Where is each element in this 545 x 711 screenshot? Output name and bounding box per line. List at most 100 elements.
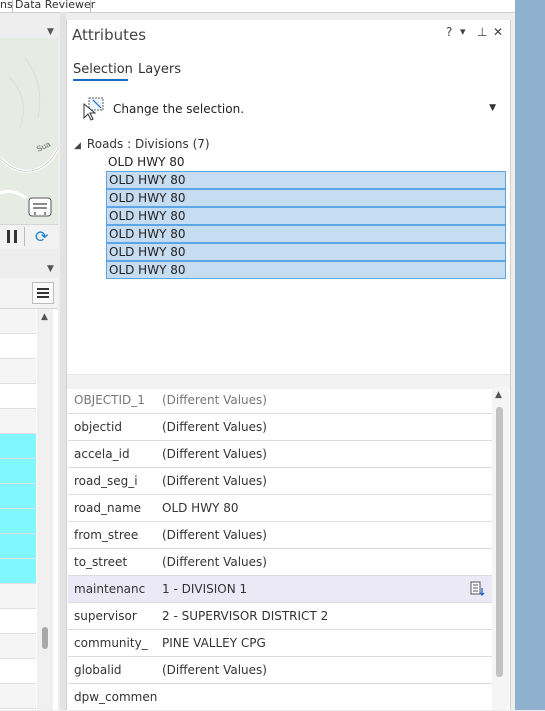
table-header <box>0 278 58 309</box>
table-row[interactable] <box>0 459 36 484</box>
table-row[interactable] <box>0 509 36 534</box>
refresh-icon[interactable]: ⟳ <box>35 227 48 246</box>
tree-feature-item[interactable]: OLD HWY 80 <box>106 171 506 189</box>
ribbon-tab-divider <box>12 0 13 12</box>
field-value[interactable]: OLD HWY 80 <box>162 501 239 515</box>
collapse-triangle-icon[interactable]: ◢ <box>74 141 81 151</box>
field-value[interactable]: (Different Values) <box>162 555 267 569</box>
tree-layer-label: Roads : Divisions (7) <box>86 137 210 151</box>
field-value: (Different Values) <box>162 393 267 407</box>
table-row[interactable] <box>0 434 36 459</box>
table-rows <box>0 309 36 709</box>
field-value[interactable]: 2 - SUPERVISOR DISTRICT 2 <box>162 609 328 623</box>
ribbon-tab-strip: ns Data Reviewer <box>0 0 515 13</box>
tree-feature-item[interactable]: OLD HWY 80 <box>106 261 506 279</box>
field-name: objectid <box>74 420 122 434</box>
field-name: maintenanc <box>74 582 146 596</box>
options-dropdown-icon[interactable]: ▾ <box>460 25 466 38</box>
table-row[interactable] <box>0 659 36 684</box>
table-row[interactable] <box>0 609 36 634</box>
select-features-icon <box>83 97 104 121</box>
domain-list-icon[interactable] <box>470 581 486 597</box>
attribute-row-active[interactable]: maintenanc 1 - DIVISION 1 <box>68 576 492 603</box>
desktop-background <box>515 0 545 710</box>
tab-layers[interactable]: Layers <box>138 62 181 77</box>
field-name: globalid <box>74 663 122 677</box>
field-name: dpw_commen <box>74 690 158 704</box>
field-name: OBJECTID_1 <box>74 393 145 407</box>
attribute-row[interactable]: globalid (Different Values) <box>68 657 492 684</box>
help-button[interactable]: ? <box>446 25 452 39</box>
chevron-down-icon[interactable]: ▼ <box>47 27 54 37</box>
field-value[interactable]: (Different Values) <box>162 663 267 677</box>
ribbon-tab-partial[interactable]: ns <box>0 0 13 12</box>
change-selection-dropdown[interactable]: Change the selection. ▼ <box>79 94 504 124</box>
attribute-row[interactable]: to_street (Different Values) <box>68 549 492 576</box>
table-scrollbar[interactable]: ▲ <box>37 309 53 710</box>
field-name: road_name <box>74 501 142 515</box>
table-row[interactable] <box>0 384 36 409</box>
field-value[interactable]: (Different Values) <box>162 528 267 542</box>
attributes-pane: Attributes ? ▾ ⊥ ✕ Selection Layers Chan… <box>66 20 511 710</box>
attribute-row[interactable]: dpw_commen <box>68 684 492 711</box>
field-value[interactable]: (Different Values) <box>162 447 267 461</box>
table-row[interactable] <box>0 409 36 434</box>
pin-icon[interactable]: ⊥ <box>477 25 487 39</box>
change-selection-label: Change the selection. <box>113 102 245 116</box>
attribute-row[interactable]: accela_id (Different Values) <box>68 441 492 468</box>
pause-icon[interactable] <box>7 230 10 243</box>
field-value[interactable]: 1 - DIVISION 1 <box>162 582 247 596</box>
attribute-grid-scrollbar[interactable]: ▲ <box>492 387 509 710</box>
chevron-up-icon[interactable]: ▲ <box>495 390 502 400</box>
ribbon-tab-data-reviewer[interactable]: Data Reviewer <box>15 0 95 12</box>
table-menu-button[interactable] <box>32 282 54 304</box>
table-row[interactable] <box>0 559 36 584</box>
pane-title: Attributes <box>72 26 147 44</box>
attribute-row[interactable]: road_seg_i (Different Values) <box>68 468 492 495</box>
field-name: supervisor <box>74 609 137 623</box>
field-name: accela_id <box>74 447 130 461</box>
map-toolbar: ⟳ <box>0 224 58 249</box>
tree-feature-item[interactable]: OLD HWY 80 <box>106 207 506 225</box>
table-row[interactable] <box>0 484 36 509</box>
table-row[interactable] <box>0 534 36 559</box>
attribute-row[interactable]: OBJECTID_1 (Different Values) <box>68 387 492 414</box>
field-value[interactable]: (Different Values) <box>162 420 267 434</box>
field-name: to_street <box>74 555 128 569</box>
chevron-up-icon[interactable]: ▲ <box>41 312 48 322</box>
pause-icon-bar <box>14 230 17 243</box>
table-scroll-thumb[interactable] <box>42 627 48 649</box>
active-tab-indicator <box>73 79 128 81</box>
table-row[interactable] <box>0 584 36 609</box>
table-row[interactable] <box>0 684 36 709</box>
tree-feature-item[interactable]: OLD HWY 80 <box>106 189 506 207</box>
table-row[interactable] <box>0 334 36 359</box>
map-pane-header: ▼ <box>0 22 60 38</box>
table-row[interactable] <box>0 634 36 659</box>
chevron-down-icon[interactable]: ▼ <box>47 264 54 274</box>
map-view[interactable]: Sua <box>0 38 58 224</box>
map-canvas: Sua <box>0 38 58 224</box>
field-name: road_seg_i <box>74 474 138 488</box>
attribute-row[interactable]: supervisor 2 - SUPERVISOR DISTRICT 2 <box>68 603 492 630</box>
chevron-down-icon[interactable]: ▼ <box>489 103 496 113</box>
attribute-row[interactable]: community_ PINE VALLEY CPG <box>68 630 492 657</box>
table-row[interactable] <box>0 309 36 334</box>
attribute-row[interactable]: from_stree (Different Values) <box>68 522 492 549</box>
attribute-grid-scroll-thumb[interactable] <box>496 407 503 677</box>
tree-layer-node[interactable]: ◢ Roads : Divisions (7) <box>74 137 210 153</box>
tree-feature-item[interactable]: OLD HWY 80 <box>106 154 506 172</box>
tab-selection[interactable]: Selection <box>73 62 133 77</box>
ribbon-tab-divider <box>90 0 91 12</box>
table-row[interactable] <box>0 359 36 384</box>
attribute-row[interactable]: road_name OLD HWY 80 <box>68 495 492 522</box>
toolbar-divider <box>24 227 25 246</box>
field-value[interactable]: PINE VALLEY CPG <box>162 636 266 650</box>
close-icon[interactable]: ✕ <box>493 25 503 39</box>
field-value[interactable]: (Different Values) <box>162 474 267 488</box>
tree-feature-item[interactable]: OLD HWY 80 <box>106 243 506 261</box>
field-name: community_ <box>74 636 148 650</box>
menu-icon <box>37 288 49 290</box>
attribute-row[interactable]: objectid (Different Values) <box>68 414 492 441</box>
tree-feature-item[interactable]: OLD HWY 80 <box>106 225 506 243</box>
